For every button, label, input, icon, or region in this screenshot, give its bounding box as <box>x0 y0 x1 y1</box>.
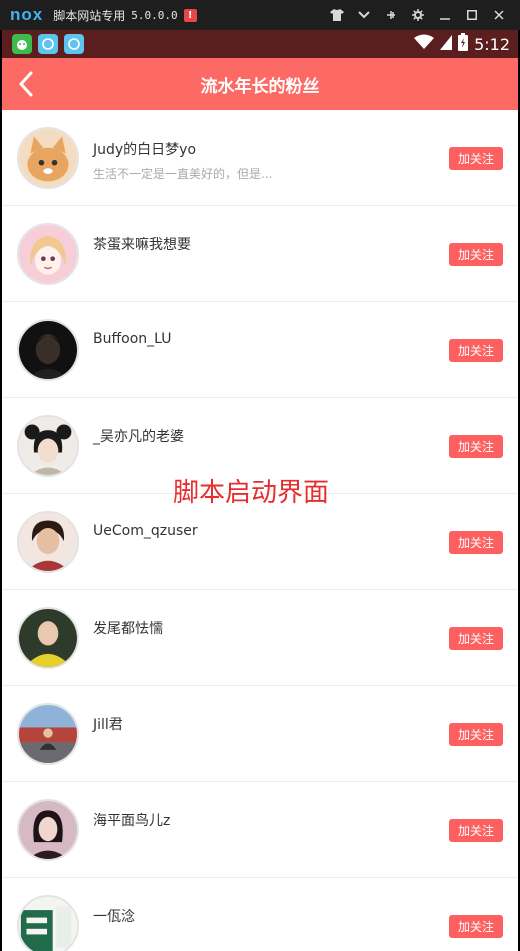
list-item[interactable]: Jill君 加关注 <box>2 686 518 782</box>
tshirt-icon[interactable] <box>323 0 350 30</box>
follow-button[interactable]: 加关注 <box>449 723 503 746</box>
list-item[interactable]: 发尾都怯懦 加关注 <box>2 590 518 686</box>
avatar[interactable] <box>17 799 79 861</box>
android-notification-icon <box>12 34 32 54</box>
follow-button[interactable]: 加关注 <box>449 339 503 362</box>
avatar[interactable] <box>17 127 79 189</box>
script-launch-overlay-text: 脚本启动界面 <box>173 478 330 508</box>
battery-icon <box>458 33 469 55</box>
minimize-icon[interactable] <box>431 0 458 30</box>
follower-name[interactable]: Buffoon_LU <box>93 331 171 347</box>
follower-name[interactable]: 茶蛋来嘛我想要 <box>93 234 191 254</box>
page-title: 流水年长的粉丝 <box>200 76 320 97</box>
follower-name[interactable]: Judy的白日梦yo <box>93 139 196 159</box>
follower-name[interactable]: 海平面鸟儿z <box>93 810 170 830</box>
avatar[interactable] <box>17 223 79 285</box>
avatar[interactable] <box>17 703 79 765</box>
avatar[interactable] <box>17 607 79 669</box>
emulator-logo: nox <box>10 5 44 24</box>
follow-button[interactable]: 加关注 <box>449 627 503 650</box>
gear-icon[interactable] <box>404 0 431 30</box>
android-status-bar: 5:12 <box>2 30 518 58</box>
close-icon[interactable] <box>485 0 512 30</box>
wifi-icon <box>414 34 435 54</box>
list-item[interactable]: 一佤淰 加关注 <box>2 878 518 951</box>
follower-name[interactable]: UeCom_qzuser <box>93 523 198 539</box>
list-item[interactable]: Judy的白日梦yo 生活不一定是一直美好的，但是... 加关注 <box>2 110 518 206</box>
emulator-title: 脚本网站专用 <box>53 8 126 23</box>
list-item[interactable]: 海平面鸟儿z 加关注 <box>2 782 518 878</box>
follower-name[interactable]: Jill君 <box>93 714 123 734</box>
follow-button[interactable]: 加关注 <box>449 531 503 554</box>
follow-button[interactable]: 加关注 <box>449 147 503 170</box>
follower-name[interactable]: 发尾都怯懦 <box>93 618 163 638</box>
follower-bio: 生活不一定是一直美好的，但是... <box>93 167 273 181</box>
avatar[interactable] <box>17 319 79 381</box>
avatar[interactable] <box>17 895 79 951</box>
list-item[interactable]: Buffoon_LU 加关注 <box>2 302 518 398</box>
follow-button[interactable]: 加关注 <box>449 435 503 458</box>
pin-icon[interactable] <box>377 0 404 30</box>
follow-button[interactable]: 加关注 <box>449 915 503 938</box>
maximize-icon[interactable] <box>458 0 485 30</box>
follow-button[interactable]: 加关注 <box>449 243 503 266</box>
app-notification-icon <box>38 34 58 54</box>
list-item[interactable]: 茶蛋来嘛我想要 加关注 <box>2 206 518 302</box>
signal-icon <box>440 34 453 54</box>
emulator-title-bar: nox 脚本网站专用 5.0.0.0 ! <box>0 0 520 30</box>
follower-list[interactable]: Judy的白日梦yo 生活不一定是一直美好的，但是... 加关注 茶蛋来嘛我想要… <box>2 110 518 951</box>
avatar[interactable] <box>17 415 79 477</box>
follower-name[interactable]: _吴亦凡的老婆 <box>93 426 184 446</box>
status-indicators: 5:12 <box>414 30 510 58</box>
status-time: 5:12 <box>474 34 510 54</box>
emulator-window-controls <box>323 0 512 30</box>
app-header: 流水年长的粉丝 <box>2 58 518 110</box>
avatar[interactable] <box>17 511 79 573</box>
follow-button[interactable]: 加关注 <box>449 819 503 842</box>
emulator-alert-badge[interactable]: ! <box>183 8 197 22</box>
emulator-version: 5.0.0.0 <box>131 8 178 22</box>
follower-name[interactable]: 一佤淰 <box>93 906 135 926</box>
chevron-left-icon <box>19 71 33 97</box>
back-button[interactable] <box>8 66 44 102</box>
app-notification-icon <box>64 34 84 54</box>
chevron-down-icon[interactable] <box>350 0 377 30</box>
